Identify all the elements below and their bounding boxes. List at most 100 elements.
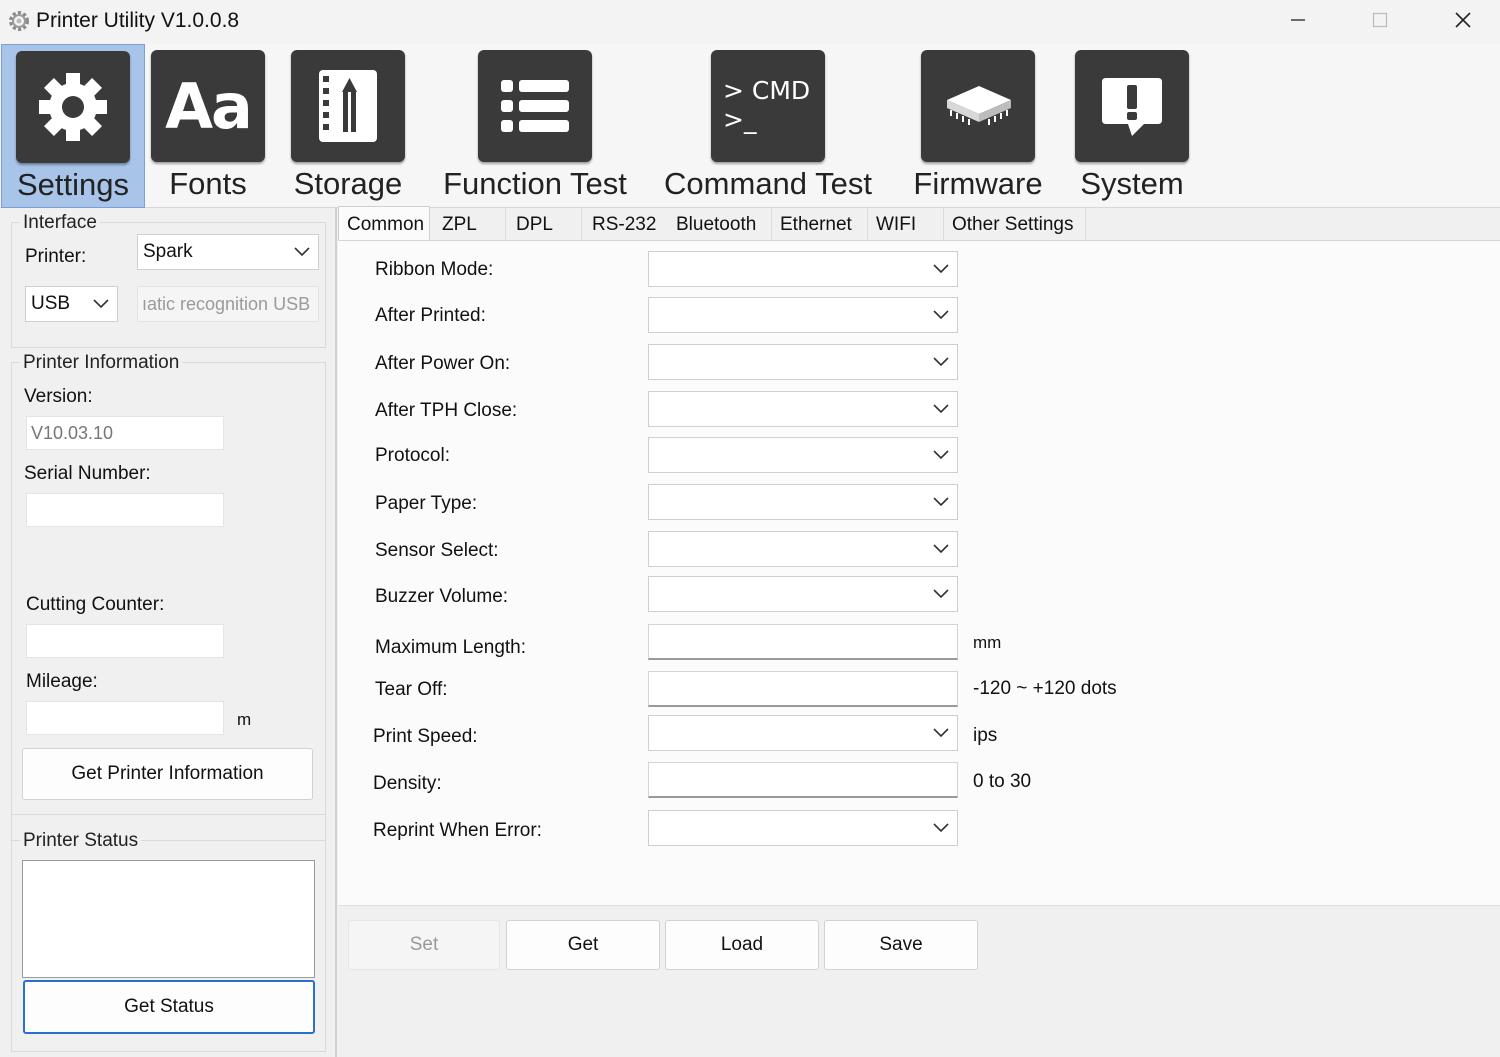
action-bar: Set Get Load Save bbox=[338, 907, 1500, 1057]
chevron-down-icon bbox=[933, 497, 949, 507]
toolbar-label: System bbox=[1080, 166, 1184, 201]
get-printer-information-button[interactable]: Get Printer Information bbox=[22, 748, 313, 800]
tab-label: Ethernet bbox=[780, 214, 852, 235]
get-status-button[interactable]: Get Status bbox=[23, 980, 315, 1034]
tab-zpl[interactable]: ZPL bbox=[434, 208, 506, 242]
app-gear-icon bbox=[9, 11, 29, 31]
tab-ethernet[interactable]: Ethernet bbox=[772, 208, 868, 242]
maximum-length-label: Maximum Length: bbox=[375, 637, 527, 658]
toolbar-label: Settings bbox=[16, 167, 129, 202]
after-tph-close-select[interactable] bbox=[648, 391, 958, 427]
load-button[interactable]: Load bbox=[665, 920, 819, 970]
toolbar-label: Storage bbox=[293, 166, 403, 201]
version-field[interactable]: V10.03.10 bbox=[26, 416, 224, 450]
tear-off-input[interactable] bbox=[648, 671, 958, 707]
tab-common[interactable]: Common bbox=[338, 206, 430, 242]
tab-rs232[interactable]: RS-232 bbox=[584, 208, 670, 242]
port-select[interactable]: USB bbox=[25, 286, 118, 322]
cmd-glyph-line1: > CMD bbox=[723, 76, 811, 105]
reprint-when-error-select[interactable] bbox=[648, 810, 958, 846]
chevron-down-icon bbox=[294, 247, 310, 257]
printer-status-textbox[interactable] bbox=[22, 860, 315, 978]
ribbon-mode-label: Ribbon Mode: bbox=[375, 259, 494, 280]
ribbon-mode-select[interactable] bbox=[648, 251, 958, 287]
serial-number-label: Serial Number: bbox=[24, 463, 151, 484]
printer-select[interactable]: Spark bbox=[137, 234, 319, 270]
divider bbox=[11, 814, 326, 815]
tab-wifi[interactable]: WIFI bbox=[868, 208, 944, 242]
save-button-label: Save bbox=[879, 934, 923, 955]
toolbar-label: Firmware bbox=[913, 166, 1043, 201]
paper-type-select[interactable] bbox=[648, 484, 958, 520]
tab-bluetooth[interactable]: Bluetooth bbox=[668, 208, 772, 242]
after-printed-select[interactable] bbox=[648, 297, 958, 333]
tab-label: WIFI bbox=[876, 214, 917, 235]
toolbar-firmware[interactable]: Firmware bbox=[905, 44, 1051, 208]
tab-dpl[interactable]: DPL bbox=[508, 208, 582, 242]
after-tph-close-label: After TPH Close: bbox=[375, 400, 518, 421]
printer-info-group-title: Printer Information bbox=[20, 352, 183, 374]
tear-off-range: -120 ~ +120 dots bbox=[973, 678, 1117, 699]
cutting-counter-label: Cutting Counter: bbox=[26, 594, 165, 615]
gear-icon bbox=[16, 51, 130, 163]
cutting-counter-field[interactable] bbox=[26, 624, 224, 658]
list-icon bbox=[478, 50, 592, 162]
toolbar-label: Fonts bbox=[169, 166, 247, 201]
minimize-button[interactable] bbox=[1256, 0, 1340, 40]
set-button[interactable]: Set bbox=[348, 920, 500, 970]
toolbar-storage[interactable]: Storage bbox=[290, 44, 406, 208]
tab-label: Other Settings bbox=[952, 214, 1074, 235]
toolbar-command-test[interactable]: > CMD >_ Command Test bbox=[662, 44, 874, 208]
tab-label: Common bbox=[347, 213, 425, 235]
density-label: Density: bbox=[373, 773, 442, 794]
alert-icon bbox=[1075, 50, 1189, 162]
window-title: Printer Utility V1.0.0.8 bbox=[36, 9, 240, 32]
load-button-label: Load bbox=[720, 934, 764, 955]
close-button[interactable] bbox=[1421, 0, 1500, 40]
mileage-field[interactable] bbox=[26, 701, 224, 735]
tab-label: RS-232 bbox=[592, 214, 657, 235]
sensor-select-select[interactable] bbox=[648, 531, 958, 567]
density-range: 0 to 30 bbox=[973, 771, 1032, 792]
storage-icon bbox=[291, 50, 405, 162]
common-settings-panel: Ribbon Mode: After Printed: After Power … bbox=[338, 240, 1500, 906]
after-power-on-select[interactable] bbox=[648, 344, 958, 380]
toolbar-settings[interactable]: Settings bbox=[1, 44, 145, 208]
set-button-label: Set bbox=[409, 934, 439, 955]
after-printed-label: After Printed: bbox=[375, 305, 486, 326]
chip-icon bbox=[921, 50, 1035, 162]
tab-label: DPL bbox=[516, 214, 553, 235]
get-button[interactable]: Get bbox=[506, 920, 660, 970]
density-input[interactable] bbox=[648, 762, 958, 798]
sensor-select-label: Sensor Select: bbox=[375, 540, 499, 561]
reprint-when-error-label: Reprint When Error: bbox=[373, 820, 542, 841]
maximize-button[interactable] bbox=[1338, 0, 1422, 40]
buzzer-volume-select[interactable] bbox=[648, 576, 958, 612]
tear-off-label: Tear Off: bbox=[375, 679, 448, 700]
chevron-down-icon bbox=[933, 264, 949, 274]
save-button[interactable]: Save bbox=[824, 920, 978, 970]
tab-other-settings[interactable]: Other Settings bbox=[944, 208, 1086, 242]
get-printer-information-label: Get Printer Information bbox=[71, 763, 264, 784]
close-icon bbox=[1455, 12, 1471, 28]
port-detail-field[interactable]: ıatic recognition USB bbox=[137, 286, 319, 322]
protocol-select[interactable] bbox=[648, 437, 958, 473]
cmd-glyph-line2: >_ bbox=[723, 105, 757, 134]
tab-label: ZPL bbox=[442, 214, 477, 235]
maximize-icon bbox=[1372, 12, 1388, 28]
toolbar-label: Command Test bbox=[664, 166, 872, 201]
left-panel: Interface Printer: Spark USB ıatic recog… bbox=[0, 208, 337, 1057]
fonts-glyph: Aa bbox=[165, 69, 253, 143]
print-speed-select[interactable] bbox=[648, 715, 958, 751]
interface-group-title: Interface bbox=[20, 212, 100, 234]
settings-tabs: Common ZPL DPL RS-232 Bluetooth Ethernet… bbox=[338, 206, 1500, 242]
chevron-down-icon bbox=[933, 544, 949, 554]
toolbar-fonts[interactable]: Aa Fonts bbox=[150, 44, 266, 208]
chevron-down-icon bbox=[933, 450, 949, 460]
printer-status-group-title: Printer Status bbox=[20, 830, 142, 852]
buzzer-volume-label: Buzzer Volume: bbox=[375, 586, 509, 607]
toolbar-system[interactable]: System bbox=[1070, 44, 1194, 208]
toolbar-function-test[interactable]: Function Test bbox=[440, 44, 630, 208]
serial-number-field[interactable] bbox=[26, 493, 224, 527]
maximum-length-input[interactable] bbox=[648, 624, 958, 660]
